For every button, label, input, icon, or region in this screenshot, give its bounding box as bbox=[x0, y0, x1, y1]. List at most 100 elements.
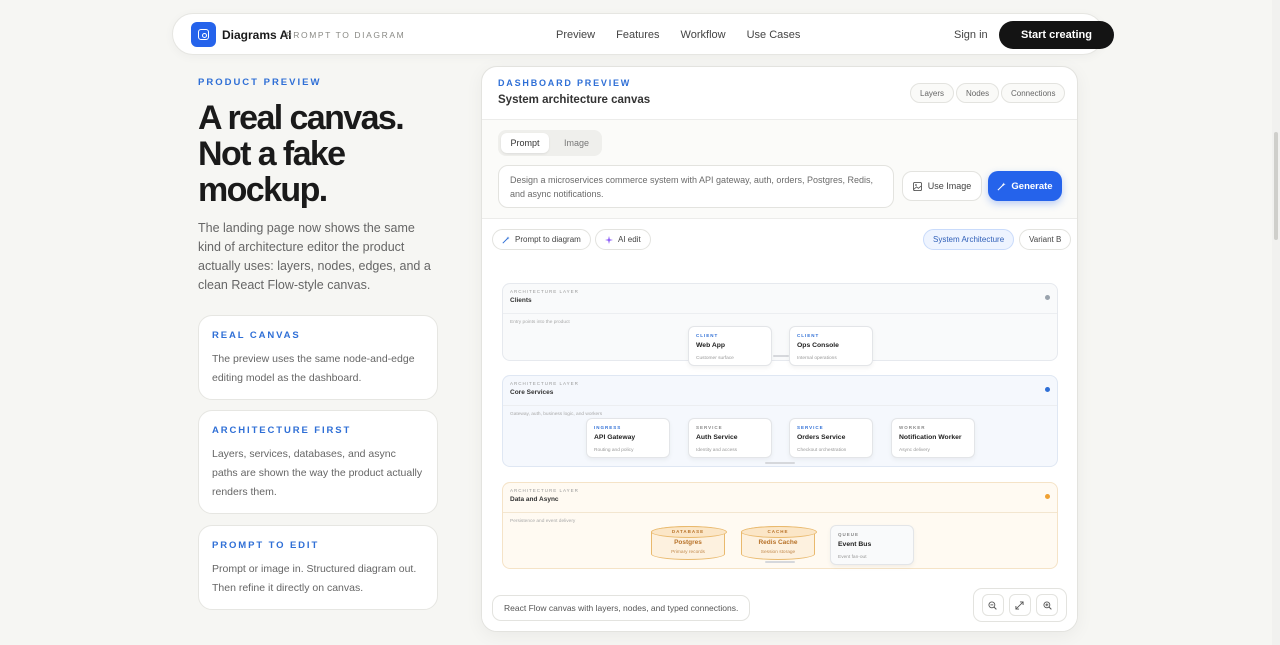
brand-tagline: PROMPT TO DIAGRAM bbox=[286, 30, 406, 40]
variant-system-architecture[interactable]: System Architecture bbox=[923, 229, 1015, 250]
sign-in-link[interactable]: Sign in bbox=[954, 29, 988, 41]
layer-status-dot bbox=[1045, 494, 1050, 499]
node-kind: SERVICE bbox=[696, 425, 723, 430]
use-image-button[interactable]: Use Image bbox=[902, 171, 982, 201]
node-subtitle: Customer surface bbox=[696, 356, 734, 361]
node-kind: QUEUE bbox=[838, 532, 860, 537]
layer-clients[interactable]: ARCHITECTURE LAYER Clients Entry points … bbox=[502, 283, 1058, 366]
nav-link-use-cases[interactable]: Use Cases bbox=[747, 29, 801, 41]
zoom-out-icon[interactable] bbox=[981, 594, 1004, 616]
sparkle-icon bbox=[605, 235, 613, 244]
node-redis-cache[interactable]: CACHE Redis Cache Session storage bbox=[741, 526, 817, 560]
edge[interactable] bbox=[765, 462, 795, 464]
layer-description: Gateway, auth, business logic, and worke… bbox=[510, 412, 603, 417]
node-api-gateway[interactable]: INGRESS API Gateway Routing and policy bbox=[586, 418, 670, 458]
tab-prompt[interactable]: Prompt bbox=[501, 133, 549, 153]
node-name: Redis Cache bbox=[758, 539, 798, 546]
node-subtitle: Routing and policy bbox=[594, 448, 634, 453]
top-nav: Diagrams AI PROMPT TO DIAGRAM Preview Fe… bbox=[172, 13, 1114, 55]
node-name: Orders Service bbox=[797, 434, 846, 441]
brand-name[interactable]: Diagrams AI bbox=[222, 28, 292, 42]
page-scrollbar[interactable] bbox=[1272, 0, 1280, 645]
input-mode-tabs: Prompt Image bbox=[498, 130, 602, 156]
fit-view-icon[interactable] bbox=[1008, 594, 1031, 616]
prompt-to-diagram-button[interactable]: Prompt to diagram bbox=[492, 229, 591, 250]
prompt-area: Prompt Image Design a microservices comm… bbox=[482, 120, 1077, 218]
layer-eyebrow: ARCHITECTURE LAYER bbox=[510, 381, 579, 386]
use-image-label: Use Image bbox=[927, 181, 972, 191]
divider bbox=[482, 218, 1077, 219]
nav-link-preview[interactable]: Preview bbox=[556, 29, 595, 41]
node-kind: INGRESS bbox=[594, 425, 622, 430]
hero-headline: A real canvas. Not a fake mockup. bbox=[198, 99, 405, 209]
node-kind: CACHE bbox=[767, 529, 789, 534]
nav-links: Preview Features Workflow Use Cases bbox=[556, 29, 821, 41]
nav-link-workflow[interactable]: Workflow bbox=[681, 29, 726, 41]
node-notification-worker[interactable]: WORKER Notification Worker Async deliver… bbox=[891, 418, 975, 458]
chip-layers[interactable]: Layers bbox=[910, 83, 955, 103]
diagram-logo-icon[interactable] bbox=[191, 22, 216, 47]
magic-wand-icon bbox=[997, 181, 1006, 190]
node-orders-service[interactable]: SERVICE Orders Service Checkout orchestr… bbox=[789, 418, 873, 458]
node-subtitle: Session storage bbox=[760, 550, 796, 555]
chip-connections[interactable]: Connections bbox=[1001, 83, 1066, 103]
card-body: The preview uses the same node-and-edge … bbox=[212, 353, 415, 384]
node-web-app[interactable]: CLIENT Web App Customer surface bbox=[688, 326, 772, 366]
variant-b[interactable]: Variant B bbox=[1019, 229, 1072, 250]
node-event-bus[interactable]: QUEUE Event Bus Event fan-out bbox=[830, 525, 914, 565]
node-subtitle: Event fan-out bbox=[838, 555, 867, 560]
layer-eyebrow: ARCHITECTURE LAYER bbox=[510, 289, 579, 294]
layer-name: Clients bbox=[510, 297, 532, 304]
layer-eyebrow: ARCHITECTURE LAYER bbox=[510, 488, 579, 493]
node-name: Notification Worker bbox=[899, 434, 962, 441]
card-body: Layers, services, databases, and async p… bbox=[212, 448, 423, 498]
node-name: Event Bus bbox=[838, 541, 872, 548]
node-subtitle: Async delivery bbox=[899, 448, 930, 453]
start-creating-button[interactable]: Start creating bbox=[999, 21, 1114, 49]
node-name: API Gateway bbox=[594, 434, 636, 441]
layer-status-dot bbox=[1045, 387, 1050, 392]
canvas-footer-note: React Flow canvas with layers, nodes, an… bbox=[492, 595, 751, 621]
node-subtitle: Internal operations bbox=[797, 356, 837, 361]
magic-wand-icon bbox=[502, 235, 510, 244]
layer-description: Persistence and event delivery bbox=[510, 519, 576, 524]
image-icon bbox=[912, 181, 922, 191]
section-eyebrow: PRODUCT PREVIEW bbox=[198, 77, 322, 88]
layer-description: Entry points into the product bbox=[510, 320, 570, 325]
nav-link-features[interactable]: Features bbox=[616, 29, 659, 41]
node-ops-console[interactable]: CLIENT Ops Console Internal operations bbox=[789, 326, 873, 366]
zoom-in-icon[interactable] bbox=[1036, 594, 1059, 616]
layer-header: ARCHITECTURE LAYER Clients bbox=[503, 284, 1057, 314]
diagram-canvas[interactable]: ARCHITECTURE LAYER Clients Entry points … bbox=[482, 257, 1077, 631]
feature-card-prompt-to-edit: PROMPT TO EDIT Prompt or image in. Struc… bbox=[198, 525, 438, 610]
node-auth-service[interactable]: SERVICE Auth Service Identity and access bbox=[688, 418, 772, 458]
generate-label: Generate bbox=[1011, 180, 1053, 192]
card-title: REAL CANVAS bbox=[212, 330, 301, 341]
node-kind: CLIENT bbox=[696, 333, 719, 338]
layer-name: Data and Async bbox=[510, 496, 559, 503]
node-name: Postgres bbox=[674, 539, 702, 546]
node-subtitle: Primary records bbox=[671, 550, 705, 555]
scroll-thumb[interactable] bbox=[1274, 132, 1278, 240]
layer-data-and-async[interactable]: ARCHITECTURE LAYER Data and Async Persis… bbox=[502, 482, 1058, 569]
hero-lede: The landing page now shows the same kind… bbox=[198, 221, 431, 292]
layer-core-services[interactable]: ARCHITECTURE LAYER Core Services Gateway… bbox=[502, 375, 1058, 467]
card-body: Prompt or image in. Structured diagram o… bbox=[212, 563, 417, 594]
chip-nodes[interactable]: Nodes bbox=[956, 83, 1000, 103]
preview-eyebrow: DASHBOARD PREVIEW bbox=[498, 78, 632, 88]
node-name: Auth Service bbox=[696, 434, 738, 441]
edge[interactable] bbox=[765, 561, 795, 563]
node-kind: SERVICE bbox=[797, 425, 824, 430]
card-title: PROMPT TO EDIT bbox=[212, 540, 320, 551]
dashboard-preview-panel: DASHBOARD PREVIEW System architecture ca… bbox=[481, 66, 1078, 632]
generate-button[interactable]: Generate bbox=[988, 171, 1062, 201]
ai-edit-label: AI edit bbox=[618, 235, 641, 244]
node-postgres[interactable]: DATABASE Postgres Primary records bbox=[651, 526, 727, 560]
ai-edit-button[interactable]: AI edit bbox=[595, 229, 651, 250]
feature-card-architecture-first: ARCHITECTURE FIRST Layers, services, dat… bbox=[198, 410, 438, 514]
edge[interactable] bbox=[773, 355, 789, 357]
prompt-input[interactable]: Design a microservices commerce system w… bbox=[498, 165, 894, 208]
node-subtitle: Checkout orchestration bbox=[797, 448, 847, 453]
layer-header: ARCHITECTURE LAYER Data and Async bbox=[503, 483, 1057, 513]
tab-image[interactable]: Image bbox=[554, 133, 599, 153]
